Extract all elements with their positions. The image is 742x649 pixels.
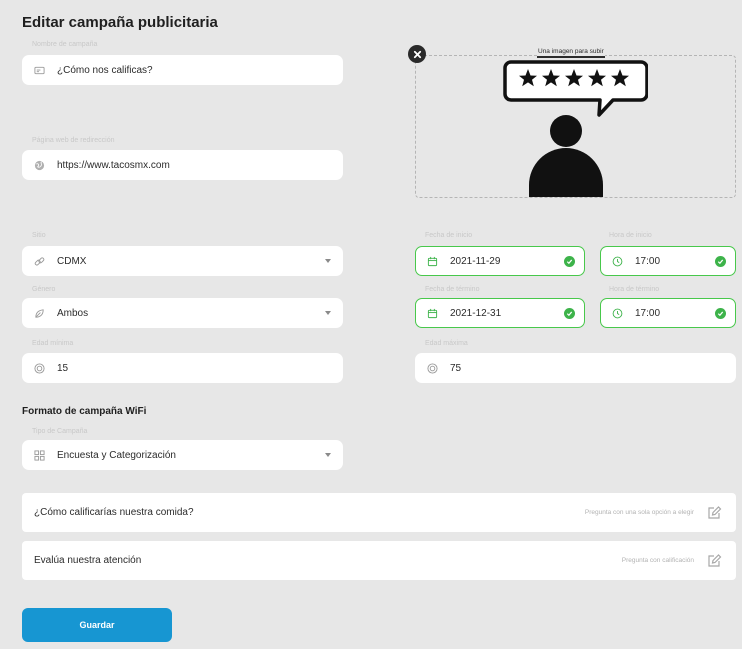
remove-image-button[interactable] — [408, 45, 426, 63]
chevron-down-icon — [325, 259, 331, 263]
save-button[interactable]: Guardar — [22, 608, 172, 642]
calendar-icon — [427, 308, 438, 319]
question-text: Evalúa nuestra atención — [34, 555, 142, 566]
clock-icon — [612, 308, 623, 319]
end-time-field[interactable]: 17:00 — [600, 298, 736, 328]
campaign-type-label: Tipo de Campaña — [32, 428, 88, 435]
chevron-down-icon — [325, 311, 331, 315]
start-date-label: Fecha de inicio — [425, 232, 473, 239]
min-age-label: Edad mínima — [32, 340, 74, 347]
campaign-type-select[interactable]: Encuesta y Categorización — [22, 440, 343, 470]
redirect-url-value: https://www.tacosmx.com — [57, 159, 170, 171]
check-icon — [564, 308, 575, 319]
chevron-down-icon — [325, 453, 331, 457]
calendar-icon — [427, 256, 438, 267]
coin-icon — [427, 362, 438, 374]
wifi-format-title: Formato de campaña WiFi — [22, 406, 147, 417]
page-title: Editar campaña publicitaria — [22, 14, 218, 31]
end-date-label: Fecha de término — [425, 286, 480, 293]
edit-icon — [708, 553, 722, 567]
coin-icon — [34, 362, 45, 374]
link-icon — [34, 256, 45, 267]
site-value: CDMX — [57, 255, 87, 267]
check-icon — [715, 308, 726, 319]
edit-question-button[interactable] — [706, 505, 722, 521]
end-time-label: Hora de término — [609, 286, 660, 293]
edit-question-button[interactable] — [706, 553, 722, 569]
question-type: Pregunta con una sola opción a elegir — [584, 509, 694, 516]
gender-select[interactable]: Ambos — [22, 298, 343, 328]
question-row: ¿Cómo calificarías nuestra comida? Pregu… — [22, 493, 736, 532]
grid-icon — [34, 449, 45, 461]
min-age-value: 15 — [57, 362, 69, 374]
campaign-name-field[interactable]: ¿Cómo nos calificas? — [22, 55, 343, 85]
start-time-label: Hora de inicio — [609, 232, 652, 239]
redirect-url-field[interactable]: https://www.tacosmx.com — [22, 150, 343, 180]
site-select[interactable]: CDMX — [22, 246, 343, 276]
card-icon — [34, 65, 45, 76]
upload-caption: Una imagen para subir — [537, 48, 605, 58]
end-date-field[interactable]: 2021-12-31 — [415, 298, 585, 328]
site-label: Sitio — [32, 232, 46, 239]
leaf-icon — [34, 308, 45, 319]
max-age-field[interactable]: 75 — [415, 353, 736, 383]
campaign-name-value: ¿Cómo nos calificas? — [57, 64, 153, 76]
max-age-label: Edad máxima — [425, 340, 468, 347]
min-age-field[interactable]: 15 — [22, 353, 343, 383]
check-icon — [564, 256, 575, 267]
clock-icon — [612, 256, 623, 267]
campaign-type-value: Encuesta y Categorización — [57, 449, 176, 461]
question-type: Pregunta con calificación — [621, 557, 694, 564]
rating-person-image — [503, 60, 648, 197]
start-date-field[interactable]: 2021-11-29 — [415, 246, 585, 276]
edit-icon — [708, 505, 722, 519]
campaign-name-label: Nombre de campaña — [32, 41, 98, 48]
gender-label: Género — [32, 286, 56, 293]
question-text: ¿Cómo calificarías nuestra comida? — [34, 507, 194, 518]
check-icon — [715, 256, 726, 267]
start-time-field[interactable]: 17:00 — [600, 246, 736, 276]
globe-icon — [34, 160, 45, 171]
close-icon — [413, 50, 421, 58]
redirect-label: Página web de redirección — [32, 137, 115, 144]
question-row: Evalúa nuestra atención Pregunta con cal… — [22, 541, 736, 580]
gender-value: Ambos — [57, 307, 89, 319]
max-age-value: 75 — [450, 362, 462, 374]
